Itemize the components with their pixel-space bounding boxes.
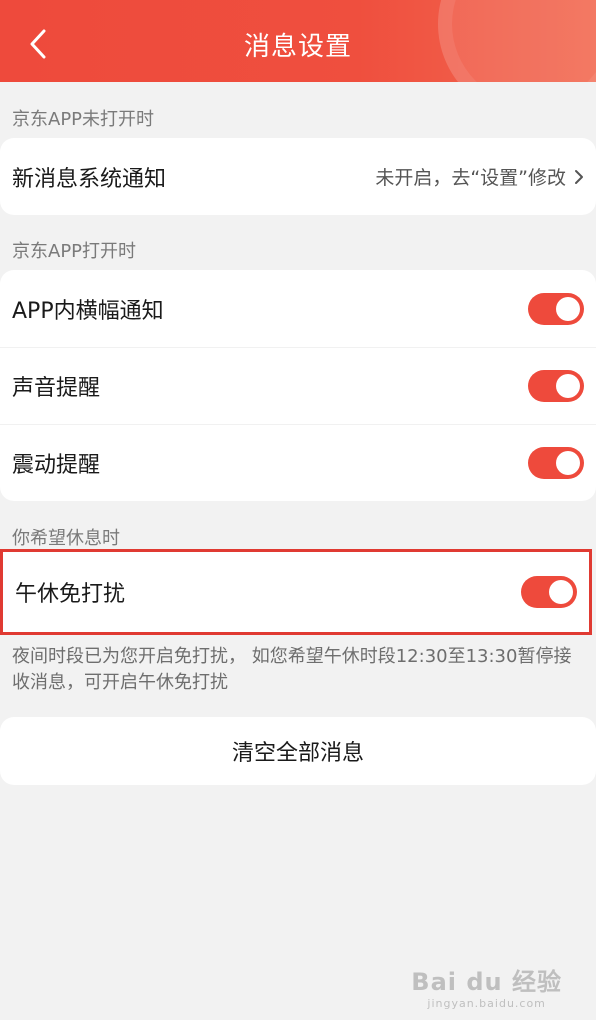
page-title: 消息设置 [243, 32, 352, 62]
system-notify-label: 新消息系统通知 [12, 166, 167, 192]
sound-alert-row: 声音提醒 [0, 347, 596, 424]
sound-alert-label: 声音提醒 [12, 376, 101, 401]
watermark-brand: Bai du 经验 [411, 968, 562, 996]
section-label-rest: 你希望休息时 [12, 528, 120, 549]
banner-notify-row: APP内横幅通知 [0, 270, 596, 347]
system-notify-status: 未开启，去“设置”修改 [375, 167, 566, 189]
banner-notify-label: APP内横幅通知 [12, 298, 164, 324]
chevron-right-icon [574, 169, 584, 185]
noon-dnd-label: 午休免打扰 [15, 582, 126, 607]
banner-notify-toggle[interactable] [528, 292, 584, 325]
toggle-knob [556, 296, 580, 321]
system-notify-card: 新消息系统通知 未开启，去“设置”修改 [0, 138, 596, 215]
toggle-knob [549, 580, 573, 604]
sound-alert-toggle[interactable] [528, 370, 584, 402]
system-notify-row[interactable]: 新消息系统通知 未开启，去“设置”修改 [0, 138, 596, 215]
noon-dnd-card: 午休免打扰 [0, 549, 592, 635]
section-label-app-closed: 京东APP未打开时 [12, 109, 155, 130]
toggle-knob [556, 374, 580, 398]
app-open-card: APP内横幅通知 声音提醒 震动提醒 [0, 270, 596, 501]
toggle-knob [556, 451, 580, 475]
noon-dnd-row: 午休免打扰 [3, 552, 589, 632]
dnd-description: 夜间时段已为您开启免打扰， 如您希望午休时段12:30至13:30暂停接收消息，… [12, 646, 572, 693]
vibration-alert-label: 震动提醒 [12, 453, 101, 478]
vibration-alert-row: 震动提醒 [0, 424, 596, 501]
top-bar: 消息设置 [0, 0, 596, 82]
clear-all-messages-button[interactable]: 清空全部消息 [0, 717, 596, 785]
baidu-watermark: Bai du 经验 jingyan.baidu.com [411, 962, 562, 1010]
noon-dnd-toggle[interactable] [521, 576, 577, 608]
vibration-alert-toggle[interactable] [528, 447, 584, 479]
section-label-app-open: 京东APP打开时 [12, 241, 137, 262]
watermark-url: jingyan.baidu.com [427, 997, 546, 1010]
